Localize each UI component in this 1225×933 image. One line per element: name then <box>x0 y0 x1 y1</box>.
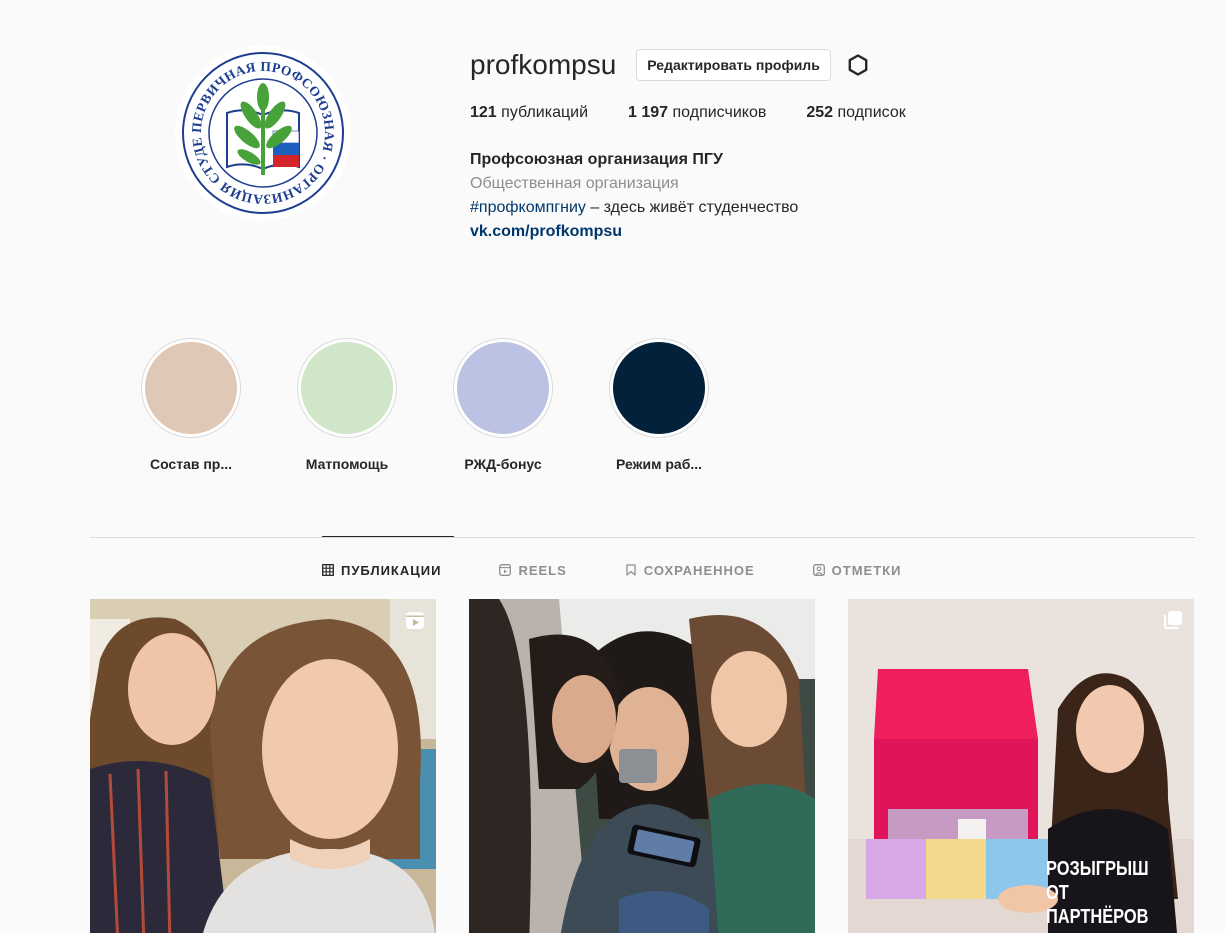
post-image <box>469 599 815 933</box>
profile-title-row: profkompsu Редактировать профиль <box>470 40 1170 90</box>
reel-icon <box>406 612 424 629</box>
post-thumbnail[interactable]: РОЗЫГРЫШ ОТ ПАРТНЁРОВ <box>848 599 1194 933</box>
profile-avatar[interactable]: ПЕРВИЧНАЯ ПРОФСОЮЗНАЯ · ОРГАНИЗАЦИЯ СТУД… <box>175 45 351 221</box>
profile-bio: Профсоюзная организация ПГУ Общественная… <box>470 148 1170 244</box>
tab-label: REELS <box>518 562 567 578</box>
story-highlights: Состав пр... Матпомощь РЖД-бонус Режим р… <box>140 338 764 472</box>
highlight-item[interactable]: РЖД-бонус <box>452 338 554 472</box>
tab-saved[interactable]: СОХРАНЕННОЕ <box>625 560 755 580</box>
highlight-cover <box>145 342 237 434</box>
carousel-icon <box>1164 611 1182 629</box>
tab-label: СОХРАНЕННОЕ <box>643 562 755 578</box>
highlight-ring <box>609 338 709 438</box>
tab-reels[interactable]: REELS <box>499 560 566 580</box>
tabs-divider <box>90 537 1195 538</box>
profile-stats: 121 публикаций 1 197 подписчиков 252 под… <box>470 104 1170 122</box>
highlight-ring <box>297 338 397 438</box>
tab-label: ОТМЕТКИ <box>831 562 902 578</box>
post-image <box>90 599 436 933</box>
settings-gear-icon[interactable] <box>845 52 871 78</box>
stat-followers[interactable]: 1 197 подписчиков <box>628 104 766 122</box>
posts-grid: РОЗЫГРЫШ ОТ ПАРТНЁРОВ <box>90 599 1194 933</box>
highlight-item[interactable]: Матпомощь <box>296 338 398 472</box>
profile-bio-text: #профкомпгниу – здесь живёт студенчество <box>470 199 799 216</box>
highlight-cover <box>457 342 549 434</box>
reels-icon <box>499 564 512 576</box>
post-thumbnail[interactable] <box>90 599 436 933</box>
highlight-label: Состав пр... <box>149 456 233 472</box>
highlight-ring <box>141 338 241 438</box>
profile-username: profkompsu <box>470 49 617 80</box>
post-thumbnail[interactable] <box>469 599 815 933</box>
profile-external-link[interactable]: vk.com/profkompsu <box>470 223 622 240</box>
stat-posts: 121 публикаций <box>470 104 589 121</box>
highlight-label: Матпомощь <box>305 456 389 472</box>
highlight-label: Режим раб... <box>615 456 703 472</box>
profile-tabs: ПУБЛИКАЦИИ REELS СОХРАНЕННОЕ ОТМЕТКИ <box>322 560 959 580</box>
stat-following[interactable]: 252 подписок <box>806 104 905 122</box>
tab-posts[interactable]: ПУБЛИКАЦИИ <box>322 560 441 580</box>
post-overlay-text: РОЗЫГРЫШ ОТ ПАРТНЁРОВ <box>1046 858 1149 928</box>
highlight-cover <box>613 342 705 434</box>
highlight-ring <box>453 338 553 438</box>
highlight-item[interactable]: Режим раб... <box>608 338 710 472</box>
active-tab-indicator <box>322 536 454 537</box>
profile-category: Общественная организация <box>470 175 679 192</box>
grid-icon <box>322 564 334 576</box>
tab-tagged[interactable]: ОТМЕТКИ <box>812 560 902 580</box>
highlight-item[interactable]: Состав пр... <box>140 338 242 472</box>
tagged-icon <box>812 564 825 576</box>
bookmark-icon <box>626 564 636 576</box>
bio-hashtag-link[interactable]: #профкомпгниу <box>470 199 586 216</box>
tab-label: ПУБЛИКАЦИИ <box>341 562 442 578</box>
profile-info: profkompsu Редактировать профиль 121 пуб… <box>470 40 1170 244</box>
highlight-label: РЖД-бонус <box>464 456 542 472</box>
profile-full-name: Профсоюзная организация ПГУ <box>470 151 723 168</box>
union-logo-icon: ПЕРВИЧНАЯ ПРОФСОЮЗНАЯ · ОРГАНИЗАЦИЯ СТУД… <box>175 45 349 219</box>
edit-profile-button[interactable]: Редактировать профиль <box>636 49 831 81</box>
highlight-cover <box>301 342 393 434</box>
